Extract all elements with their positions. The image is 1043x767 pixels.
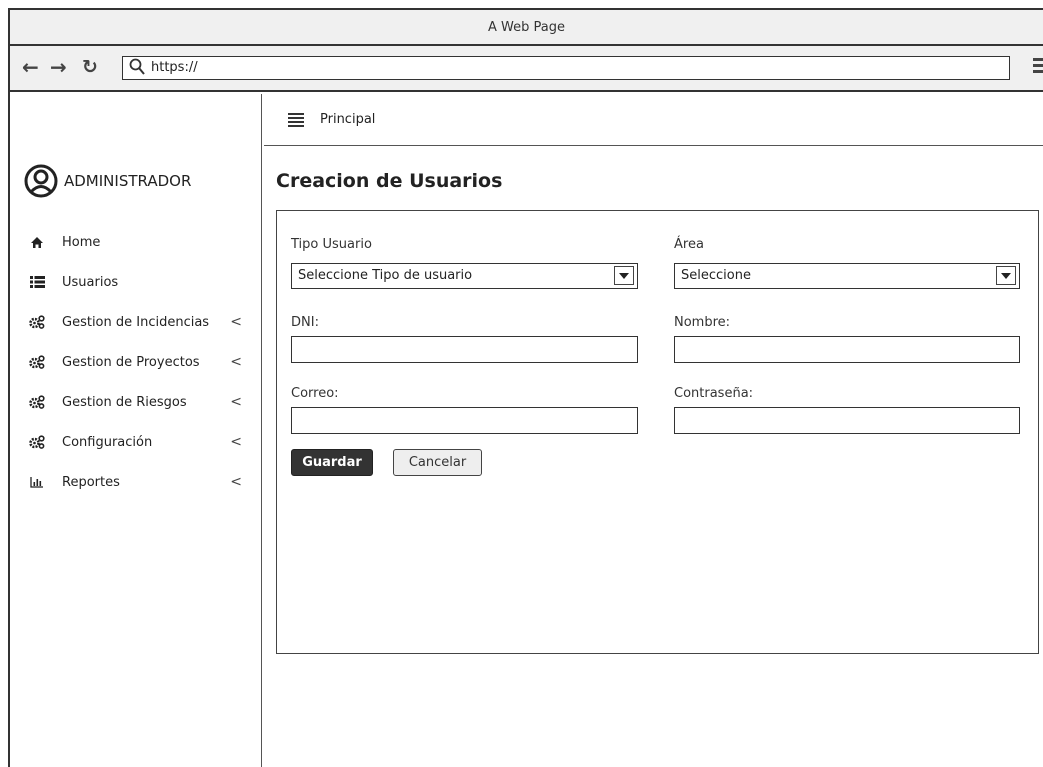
user-form-card: Tipo Usuario Seleccione Tipo de usuario … bbox=[276, 210, 1039, 654]
area-value: Seleccione bbox=[681, 268, 751, 283]
user-name: ADMINISTRADOR bbox=[64, 172, 192, 190]
address-bar[interactable]: https:// bbox=[122, 56, 1010, 80]
dni-input[interactable] bbox=[291, 336, 638, 363]
guardar-button[interactable]: Guardar bbox=[291, 449, 373, 476]
nombre-input[interactable] bbox=[674, 336, 1020, 363]
sidebar-item-label: Gestion de Proyectos bbox=[62, 354, 200, 370]
sidebar-item-label: Gestion de Riesgos bbox=[62, 394, 187, 410]
sidebar-item-usuarios[interactable]: Usuarios bbox=[28, 262, 248, 302]
contrasena-input[interactable] bbox=[674, 407, 1020, 434]
correo-input[interactable] bbox=[291, 407, 638, 434]
browser-menu-icon[interactable] bbox=[1033, 58, 1043, 76]
gears-icon bbox=[28, 394, 46, 410]
sidebar-item-configuracion[interactable]: Configuración < bbox=[28, 422, 248, 462]
bar-chart-icon bbox=[28, 474, 46, 490]
forward-arrow-icon[interactable]: → bbox=[50, 56, 67, 78]
chevron-left-icon: < bbox=[230, 314, 242, 330]
browser-window: A Web Page ← → ↻ https:// ADMINISTRADOR bbox=[8, 8, 1043, 767]
tipo-usuario-select[interactable]: Seleccione Tipo de usuario bbox=[291, 263, 638, 289]
sidebar-item-gestion-incidencias[interactable]: Gestion de Incidencias < bbox=[28, 302, 248, 342]
sidebar-item-label: Gestion de Incidencias bbox=[62, 314, 210, 330]
back-arrow-icon[interactable]: ← bbox=[22, 56, 39, 78]
menu-toggle-icon[interactable] bbox=[288, 111, 304, 129]
dni-label: DNI: bbox=[291, 315, 319, 330]
dropdown-arrow-icon bbox=[996, 266, 1016, 285]
sidebar-item-label: Home bbox=[62, 234, 101, 250]
sidebar-item-gestion-riesgos[interactable]: Gestion de Riesgos < bbox=[28, 382, 248, 422]
list-icon bbox=[28, 274, 46, 290]
correo-label: Correo: bbox=[291, 386, 339, 401]
sidebar-item-home[interactable]: Home bbox=[28, 222, 248, 262]
gears-icon bbox=[28, 354, 46, 370]
url-text: https:// bbox=[151, 60, 198, 75]
page-title: Creacion de Usuarios bbox=[276, 170, 503, 192]
window-title: A Web Page bbox=[488, 19, 565, 35]
chevron-left-icon: < bbox=[230, 354, 242, 370]
top-navbar: Principal bbox=[264, 94, 1043, 146]
reload-icon[interactable]: ↻ bbox=[82, 56, 98, 78]
chevron-left-icon: < bbox=[230, 434, 242, 450]
cancelar-button[interactable]: Cancelar bbox=[393, 449, 482, 476]
navbar-label: Principal bbox=[320, 112, 376, 127]
browser-toolbar: ← → ↻ https:// bbox=[10, 46, 1043, 92]
sidebar-item-gestion-proyectos[interactable]: Gestion de Proyectos < bbox=[28, 342, 248, 382]
main-content: Principal Creacion de Usuarios Tipo Usua… bbox=[264, 94, 1043, 767]
home-icon bbox=[28, 234, 46, 250]
user-avatar-icon bbox=[24, 164, 58, 198]
sidebar-item-label: Reportes bbox=[62, 474, 120, 490]
sidebar-item-reportes[interactable]: Reportes < bbox=[28, 462, 248, 502]
sidebar-item-label: Usuarios bbox=[62, 274, 119, 290]
contrasena-label: Contraseña: bbox=[674, 386, 754, 401]
tipo-usuario-value: Seleccione Tipo de usuario bbox=[298, 268, 473, 283]
user-profile: ADMINISTRADOR bbox=[24, 164, 191, 198]
area-select[interactable]: Seleccione bbox=[674, 263, 1020, 289]
window-titlebar: A Web Page bbox=[10, 10, 1043, 46]
chevron-left-icon: < bbox=[230, 394, 242, 410]
area-label: Área bbox=[674, 237, 704, 252]
chevron-left-icon: < bbox=[230, 474, 242, 490]
gears-icon bbox=[28, 434, 46, 450]
nombre-label: Nombre: bbox=[674, 315, 731, 330]
dropdown-arrow-icon bbox=[614, 266, 634, 285]
gears-icon bbox=[28, 314, 46, 330]
sidebar-item-label: Configuración bbox=[62, 434, 153, 450]
sidebar-menu: Home Usuarios Gestion de Incidencias < G… bbox=[28, 222, 248, 502]
search-icon bbox=[129, 58, 145, 75]
sidebar: ADMINISTRADOR Home Usuarios Gestion de I… bbox=[10, 94, 262, 767]
tipo-usuario-label: Tipo Usuario bbox=[291, 237, 372, 252]
